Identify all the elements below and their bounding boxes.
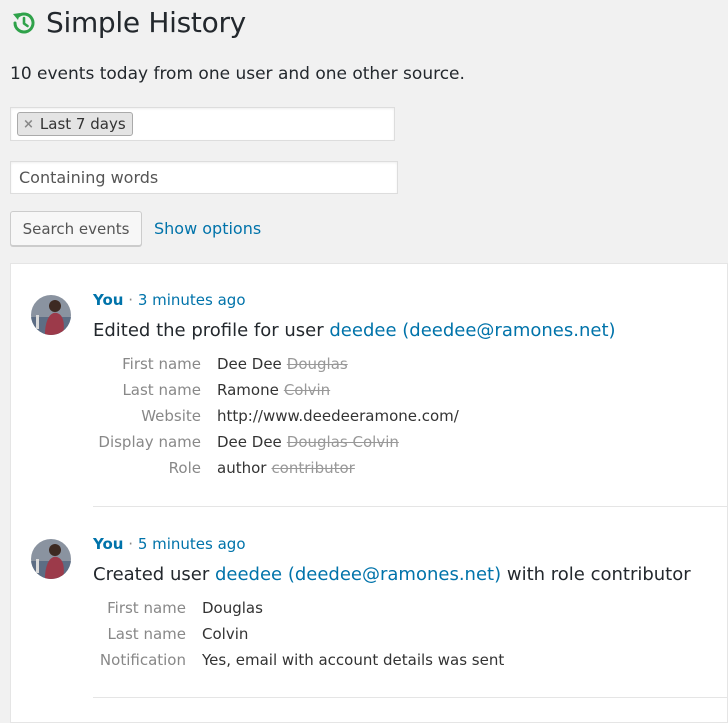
show-options-link[interactable]: Show options [154, 219, 261, 238]
event-time-link[interactable]: 3 minutes ago [138, 291, 246, 309]
detail-value: Ramone [217, 381, 279, 399]
event-action-text: Edited the profile for user [93, 320, 330, 341]
detail-label: Last name [122, 381, 201, 399]
detail-value: author [217, 459, 267, 477]
date-range-chip[interactable]: × Last 7 days [17, 112, 133, 136]
event-divider [93, 697, 727, 698]
page-header: Simple History [10, 6, 246, 39]
user-profile-link[interactable]: deedee (deedee@ramones.net) [215, 564, 501, 585]
chip-remove-icon[interactable]: × [23, 117, 34, 132]
event-divider [93, 506, 727, 507]
containing-words-input[interactable] [10, 161, 398, 194]
event-meta: You · 5 minutes ago [93, 535, 246, 553]
event-details: First name Dee Dee Douglas Last name Ram… [93, 351, 459, 481]
events-summary: 10 events today from one user and one ot… [10, 64, 465, 84]
event-meta: You · 3 minutes ago [93, 291, 246, 309]
history-clock-icon [13, 12, 35, 33]
avatar[interactable] [31, 539, 71, 579]
event-details: First name Douglas Last name Colvin Noti… [93, 595, 504, 673]
detail-value: http://www.deedeeramone.com/ [217, 407, 459, 425]
detail-row: Last name Colvin [93, 621, 504, 647]
event-time-link[interactable]: 5 minutes ago [138, 535, 246, 553]
detail-row: First name Dee Dee Douglas [93, 351, 459, 377]
event-action-text: Created user [93, 564, 215, 585]
detail-row: Role author contributor [93, 455, 459, 481]
user-profile-link[interactable]: deedee (deedee@ramones.net) [329, 320, 615, 341]
detail-old-value: contributor [271, 459, 355, 477]
detail-label: Display name [98, 433, 201, 451]
detail-row: Display name Dee Dee Douglas Colvin [93, 429, 459, 455]
page-title: Simple History [46, 6, 246, 39]
detail-value: Colvin [202, 625, 249, 643]
event-user-link[interactable]: You [93, 535, 123, 553]
detail-value: Dee Dee [217, 433, 282, 451]
detail-value: Dee Dee [217, 355, 282, 373]
event-action-suffix: with role contributor [501, 564, 691, 585]
detail-old-value: Colvin [283, 381, 331, 399]
avatar[interactable] [31, 295, 71, 335]
detail-label: First name [122, 355, 201, 373]
detail-label: Notification [99, 651, 186, 669]
detail-old-value: Douglas [286, 355, 348, 373]
detail-label: Role [168, 459, 201, 477]
detail-label: First name [107, 599, 186, 617]
detail-row: Website http://www.deedeeramone.com/ [93, 403, 459, 429]
detail-row: Notification Yes, email with account det… [93, 647, 504, 673]
date-range-select[interactable]: × Last 7 days [10, 107, 395, 141]
detail-old-value: Douglas Colvin [286, 433, 399, 451]
event-log-panel: You · 3 minutes ago Edited the profile f… [10, 263, 728, 723]
date-range-chip-label: Last 7 days [39, 115, 126, 133]
event-headline: Created user deedee (deedee@ramones.net)… [93, 564, 691, 585]
meta-separator: · [128, 291, 134, 309]
search-events-button[interactable]: Search events [10, 211, 142, 246]
detail-row: Last name Ramone Colvin [93, 377, 459, 403]
meta-separator: · [128, 535, 134, 553]
detail-value: Douglas [202, 599, 263, 617]
event-user-link[interactable]: You [93, 291, 123, 309]
detail-label: Last name [107, 625, 186, 643]
detail-label: Website [141, 407, 201, 425]
detail-row: First name Douglas [93, 595, 504, 621]
detail-value: Yes, email with account details was sent [202, 651, 505, 669]
event-headline: Edited the profile for user deedee (deed… [93, 320, 616, 341]
